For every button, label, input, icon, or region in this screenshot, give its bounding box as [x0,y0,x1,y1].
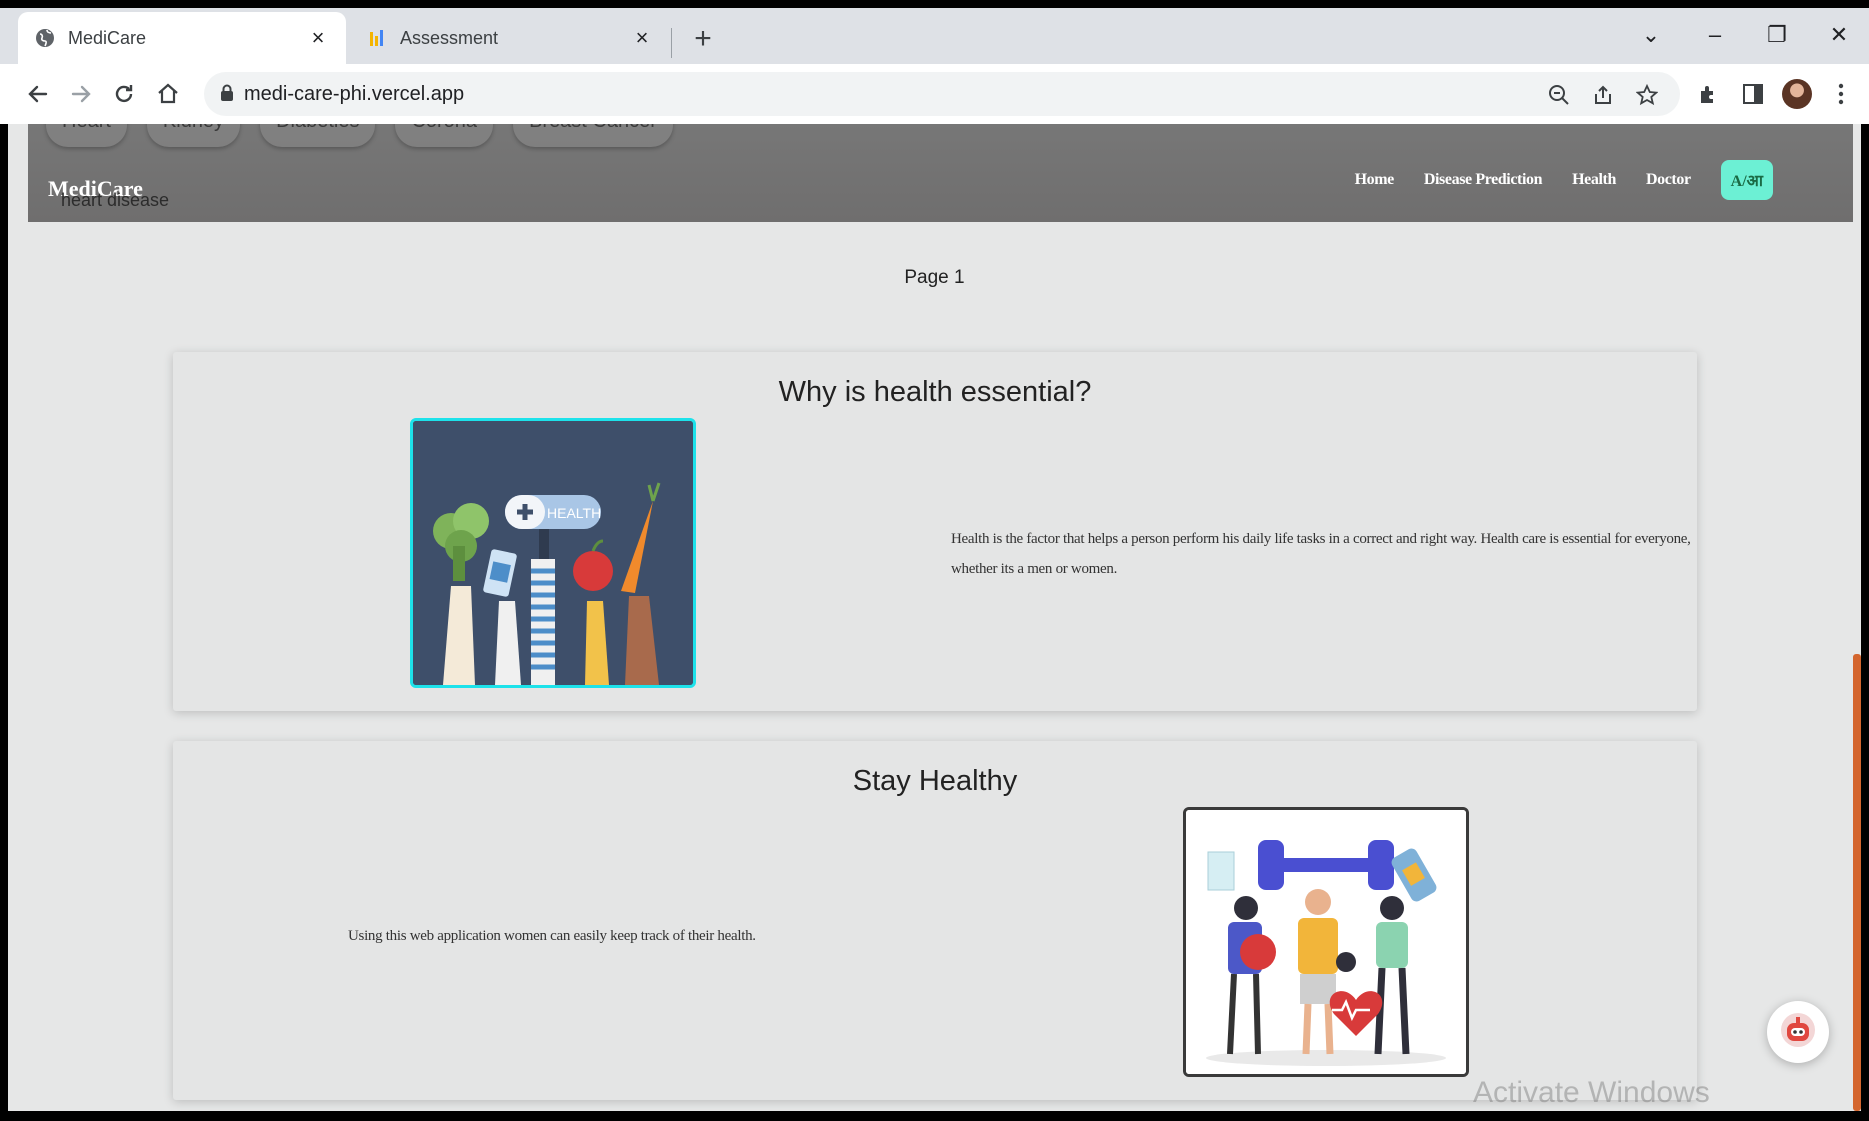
tab-separator [671,28,672,58]
site-navbar: Heart Kidney Diabeties Corona Breast Can… [28,124,1861,222]
reload-icon[interactable] [106,76,142,112]
forward-icon[interactable] [63,76,99,112]
card-title: Why is health essential? [778,376,1092,408]
window-close-button[interactable]: ✕ [1824,22,1854,48]
pill-diabeties[interactable]: Diabeties [260,124,376,147]
card-why-health: Why is health essential? HEALTH Health i… [173,352,1697,711]
url-text: medi-care-phi.vercel.app [244,83,465,105]
nav-home[interactable]: Home [1355,171,1395,189]
side-panel-icon[interactable] [1736,76,1770,112]
profile-avatar[interactable] [1780,76,1814,112]
tab-assessment[interactable]: Assessment × [350,12,670,64]
card-description: Health is the factor that helps a person… [951,531,1691,577]
robot-icon [1779,1011,1817,1054]
browser-chrome: MediCare × Assessment × + ⌄ – ❐ ✕ medi-c… [0,0,1869,124]
zoom-icon[interactable] [1546,82,1572,108]
star-icon[interactable] [1634,82,1660,108]
close-tab-icon[interactable]: × [630,25,654,51]
address-bar[interactable]: medi-care-phi.vercel.app [204,72,1680,116]
chatbot-button[interactable] [1767,1001,1829,1063]
pill-corona[interactable]: Corona [395,124,494,147]
card-stay-healthy: Stay Healthy Using this web application … [173,741,1697,1100]
card-description: Using this web application women can eas… [348,928,756,944]
pill-kidney[interactable]: Kidney [146,124,241,147]
page-viewport: Heart Kidney Diabeties Corona Breast Can… [8,124,1861,1111]
share-icon[interactable] [1590,82,1616,108]
globe-icon [34,27,56,49]
tab-title: MediCare [68,27,147,48]
tab-title: Assessment [400,27,499,48]
disease-category-pills: Heart Kidney Diabeties Corona Breast Can… [46,124,673,147]
close-tab-icon[interactable]: × [306,25,330,51]
tab-search-icon[interactable]: ⌄ [1636,22,1666,48]
menu-icon[interactable] [1824,76,1858,112]
brand-subtitle: heart disease [61,190,170,210]
card-title: Stay Healthy [852,765,1018,797]
new-tab-button[interactable]: + [688,22,718,56]
nav-doctor[interactable]: Doctor [1646,171,1691,189]
health-sign-label: HEALTH [547,505,601,521]
home-icon[interactable] [150,76,186,112]
nav-disease-prediction[interactable]: Disease Prediction [1424,171,1543,189]
vertical-scrollbar[interactable] [1853,124,1861,1111]
restore-button[interactable]: ❐ [1762,22,1792,48]
pill-breast-cancer[interactable]: Breast Cancer [513,124,673,147]
minimize-button[interactable]: – [1700,22,1730,48]
fitness-illustration [1183,807,1469,1077]
browser-toolbar: medi-care-phi.vercel.app [0,64,1869,124]
scroll-thumb[interactable] [1853,654,1861,1111]
extensions-icon[interactable] [1692,76,1726,112]
nav-health[interactable]: Health [1572,171,1616,189]
pill-heart[interactable]: Heart [46,124,127,147]
tab-medicare[interactable]: MediCare × [18,12,346,64]
language-toggle-button[interactable]: A/आ [1720,160,1773,200]
activate-windows-watermark: Activate Windows [1473,1076,1710,1109]
bar-chart-icon [366,27,388,49]
avatar [1782,79,1812,109]
health-illustration: HEALTH [410,418,696,688]
lock-icon [220,84,234,107]
tab-strip: MediCare × Assessment × + ⌄ – ❐ ✕ [0,8,1869,64]
back-icon[interactable] [20,76,56,112]
page-label: Page 1 [904,267,965,288]
nav-links: Home Disease Prediction Health Doctor A/… [1355,160,1773,200]
screen-bottom-edge [0,1111,1869,1121]
